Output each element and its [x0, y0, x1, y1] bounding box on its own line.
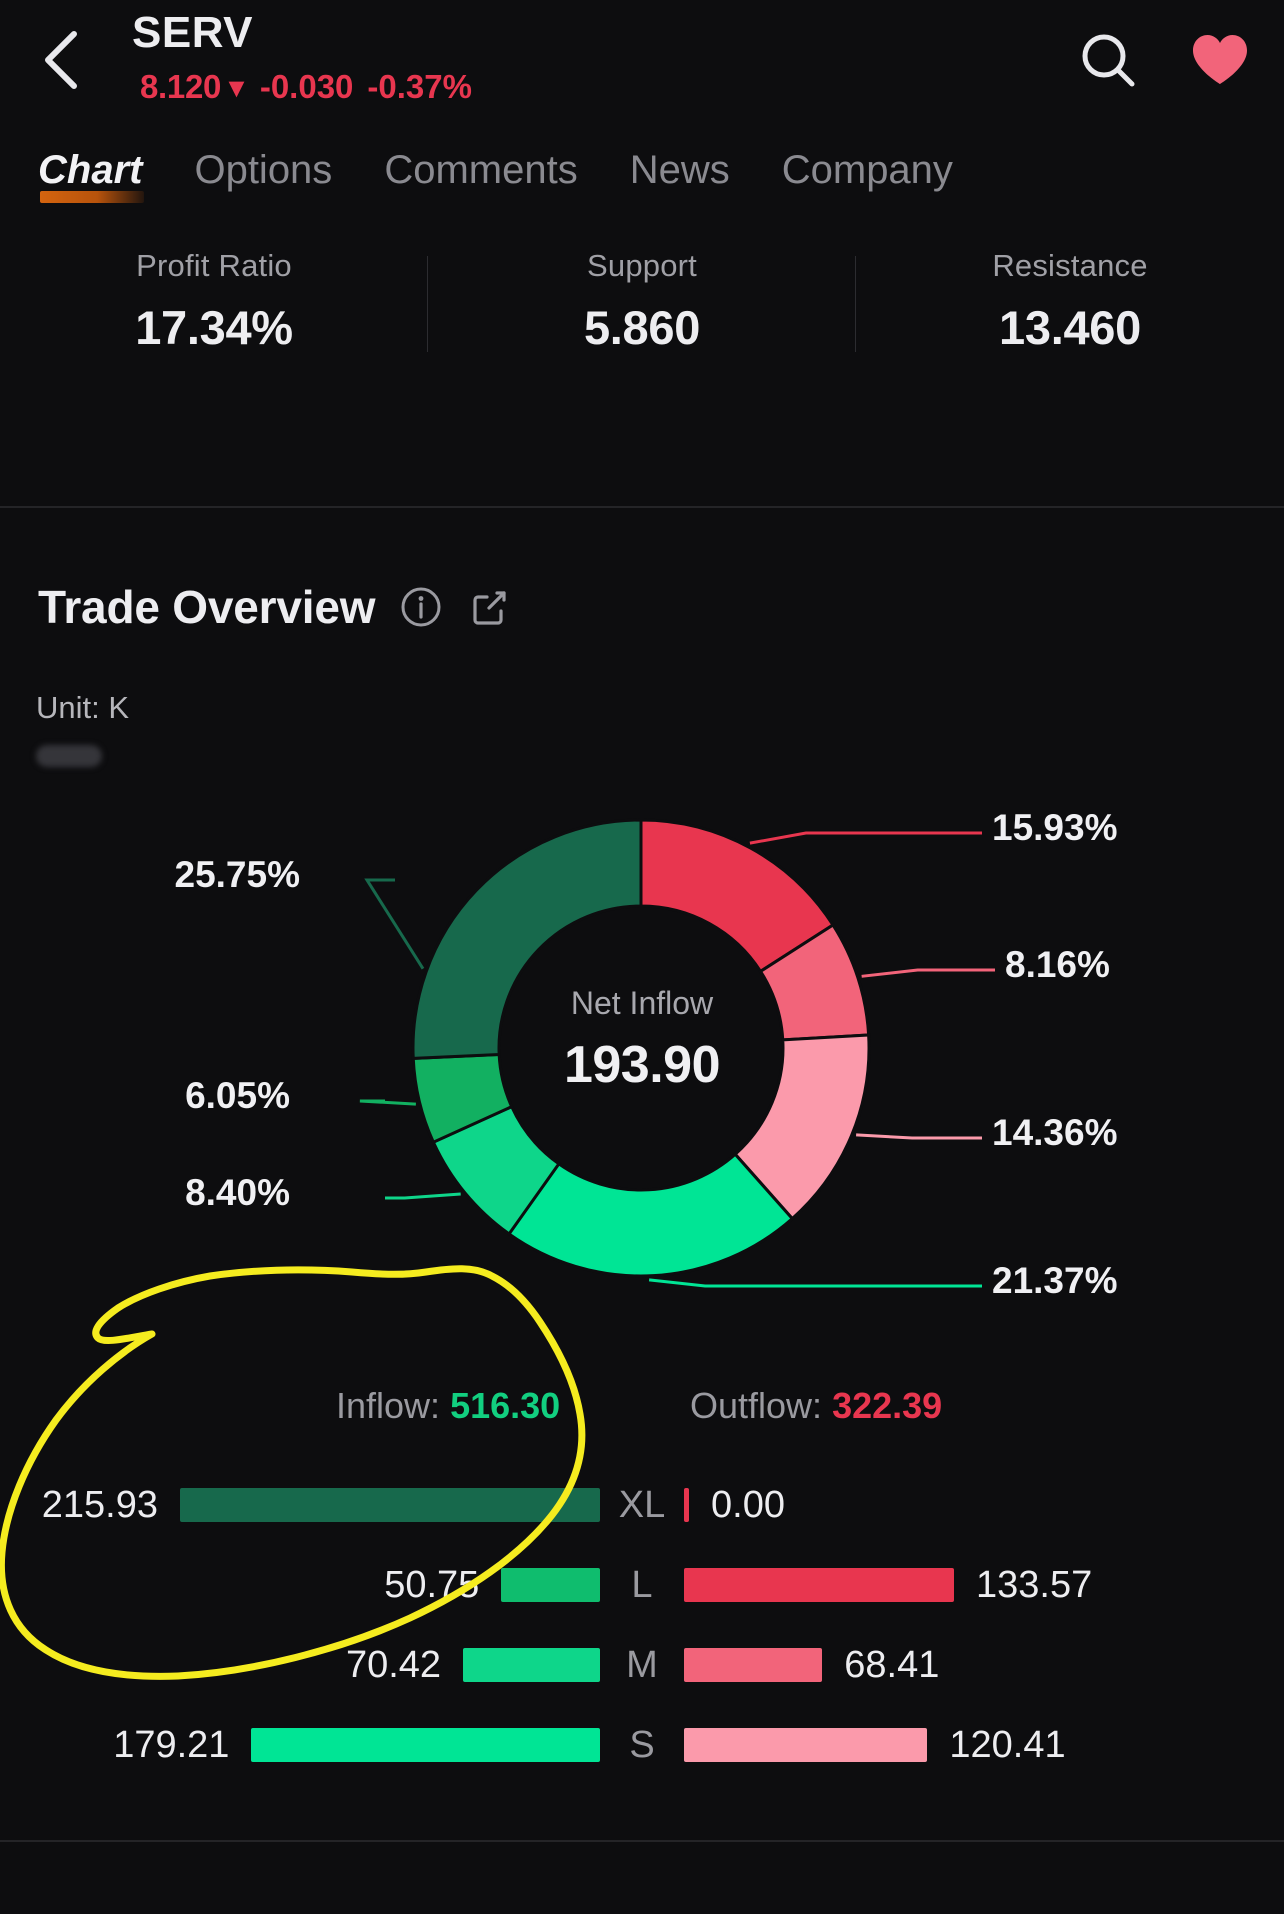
- stat-profit-ratio-label: Profit Ratio: [136, 248, 292, 283]
- flow-bar-category-label: M: [626, 1643, 658, 1686]
- donut-slice[interactable]: [431, 1104, 561, 1237]
- stat-resistance-value: 13.460: [999, 301, 1141, 354]
- inflow-bar-value: 70.42: [345, 1643, 442, 1686]
- flow-bar-row: 215.93 XL 0.00: [0, 1465, 1284, 1545]
- info-circle-icon[interactable]: [399, 585, 443, 629]
- tab-options[interactable]: Options: [194, 148, 332, 203]
- outflow-value: 322.39: [832, 1385, 943, 1426]
- tab-company[interactable]: Company: [782, 148, 953, 203]
- donut-slice-label: 8.40%: [185, 1172, 290, 1213]
- donut-slice[interactable]: [506, 1152, 795, 1278]
- tab-chart[interactable]: Chart: [38, 148, 145, 203]
- stock-detail-screen: SERV 8.120 ▼ -0.030 -0.37% Chart Options…: [0, 0, 1284, 1914]
- flow-bar-chart: 215.93 XL 0.00 50.75 L 133.57 70.42 M 68.41 179.2…: [0, 1465, 1284, 1785]
- ticker-symbol: SERV: [132, 8, 254, 57]
- flow-bar-row: 70.42 M 68.41: [0, 1625, 1284, 1705]
- outflow-bar-value: 68.41: [844, 1643, 940, 1686]
- last-price: 8.120: [140, 68, 222, 105]
- flow-bar-category-label: S: [629, 1723, 655, 1766]
- donut-leader-line: [648, 1278, 982, 1288]
- trade-overview-title: Trade Overview: [38, 581, 376, 633]
- price-summary: 8.120 ▼ -0.030 -0.37%: [140, 68, 472, 106]
- inflow-bar-value: 50.75: [384, 1563, 480, 1606]
- flow-bar-row: 179.21 S 120.41: [0, 1705, 1284, 1785]
- flow-bar-category-label: XL: [618, 1483, 666, 1526]
- donut-slice[interactable]: [411, 818, 643, 1060]
- stat-resistance: Resistance 13.460: [856, 248, 1284, 378]
- stat-profit-ratio-value: 17.34%: [135, 301, 293, 354]
- donut-leader-line: [385, 1192, 461, 1200]
- donut-slice-label: 21.37%: [992, 1260, 1118, 1301]
- donut-leader-line: [359, 1099, 416, 1106]
- outflow-summary: Outflow: 322.39: [690, 1385, 942, 1427]
- outflow-label: Outflow:: [690, 1385, 823, 1426]
- donut-slice-label: 14.36%: [992, 1112, 1118, 1153]
- inflow-bar: [501, 1568, 600, 1602]
- price-change-percent: -0.37%: [367, 68, 472, 105]
- donut-slice[interactable]: [758, 922, 871, 1042]
- heart-icon[interactable]: [1184, 24, 1256, 96]
- inflow-bar: [463, 1648, 600, 1682]
- unit-label: Unit: K: [36, 690, 130, 725]
- trade-overview-header: Trade Overview: [38, 580, 511, 634]
- outflow-bar: [684, 1488, 689, 1522]
- price-change: -0.030: [259, 68, 354, 105]
- donut-slice-label: 25.75%: [174, 854, 301, 895]
- tab-active-underline: [40, 191, 145, 203]
- inflow-label: Inflow:: [336, 1385, 441, 1426]
- inflow-bar-value: 179.21: [113, 1723, 230, 1766]
- price-down-arrow: ▼: [223, 73, 250, 103]
- donut-slice-label: 8.16%: [1005, 944, 1110, 985]
- key-stats-row: Profit Ratio 17.34% Support 5.860 Resist…: [0, 248, 1284, 378]
- inflow-bar: [180, 1488, 600, 1522]
- tab-chart-label: Chart: [38, 148, 143, 192]
- tab-news[interactable]: News: [630, 148, 730, 203]
- app-header: SERV 8.120 ▼ -0.030 -0.37%: [0, 0, 1284, 145]
- flow-bar-category-label: L: [631, 1563, 653, 1606]
- stat-profit-ratio: Profit Ratio 17.34%: [0, 248, 428, 378]
- outflow-bar-value: 0.00: [711, 1483, 785, 1526]
- inflow-value: 516.30: [450, 1385, 561, 1426]
- tab-comments[interactable]: Comments: [384, 148, 577, 203]
- stat-support-value: 5.860: [583, 301, 701, 354]
- inflow-summary: Inflow: 516.30: [336, 1385, 560, 1427]
- donut-leader-line: [861, 968, 995, 978]
- back-button[interactable]: [30, 28, 94, 92]
- flow-bar-row: 50.75 L 133.57: [0, 1545, 1284, 1625]
- inflow-bar-value: 215.93: [41, 1483, 158, 1526]
- stat-resistance-label: Resistance: [992, 248, 1148, 283]
- donut-slice-label: 15.93%: [992, 807, 1118, 848]
- outflow-bar-value: 133.57: [976, 1563, 1093, 1606]
- donut-leader-line: [364, 878, 425, 970]
- share-export-icon[interactable]: [467, 585, 511, 629]
- flow-summary: Inflow: 516.30 Outflow: 322.39: [0, 1385, 1284, 1439]
- donut-center-title: Net Inflow: [570, 985, 714, 1021]
- search-icon[interactable]: [1072, 24, 1144, 96]
- donut-slice[interactable]: [639, 818, 836, 974]
- section-tabs: Chart Options Comments News Company: [0, 148, 1284, 220]
- donut-leader-line: [856, 1133, 982, 1140]
- outflow-bar: [684, 1568, 954, 1602]
- donut-slice-label: 6.05%: [185, 1075, 290, 1116]
- inflow-bar: [251, 1728, 600, 1762]
- bottom-divider: [0, 1840, 1284, 1842]
- outflow-bar: [684, 1728, 928, 1762]
- donut-leader-line: [749, 831, 982, 845]
- outflow-bar: [684, 1648, 823, 1682]
- outflow-bar-value: 120.41: [949, 1723, 1066, 1766]
- header-actions: [1072, 24, 1256, 96]
- stat-support-label: Support: [587, 248, 697, 283]
- legend-skeleton-placeholder: [36, 745, 102, 767]
- stat-support: Support 5.860: [428, 248, 856, 378]
- section-divider: [0, 506, 1284, 508]
